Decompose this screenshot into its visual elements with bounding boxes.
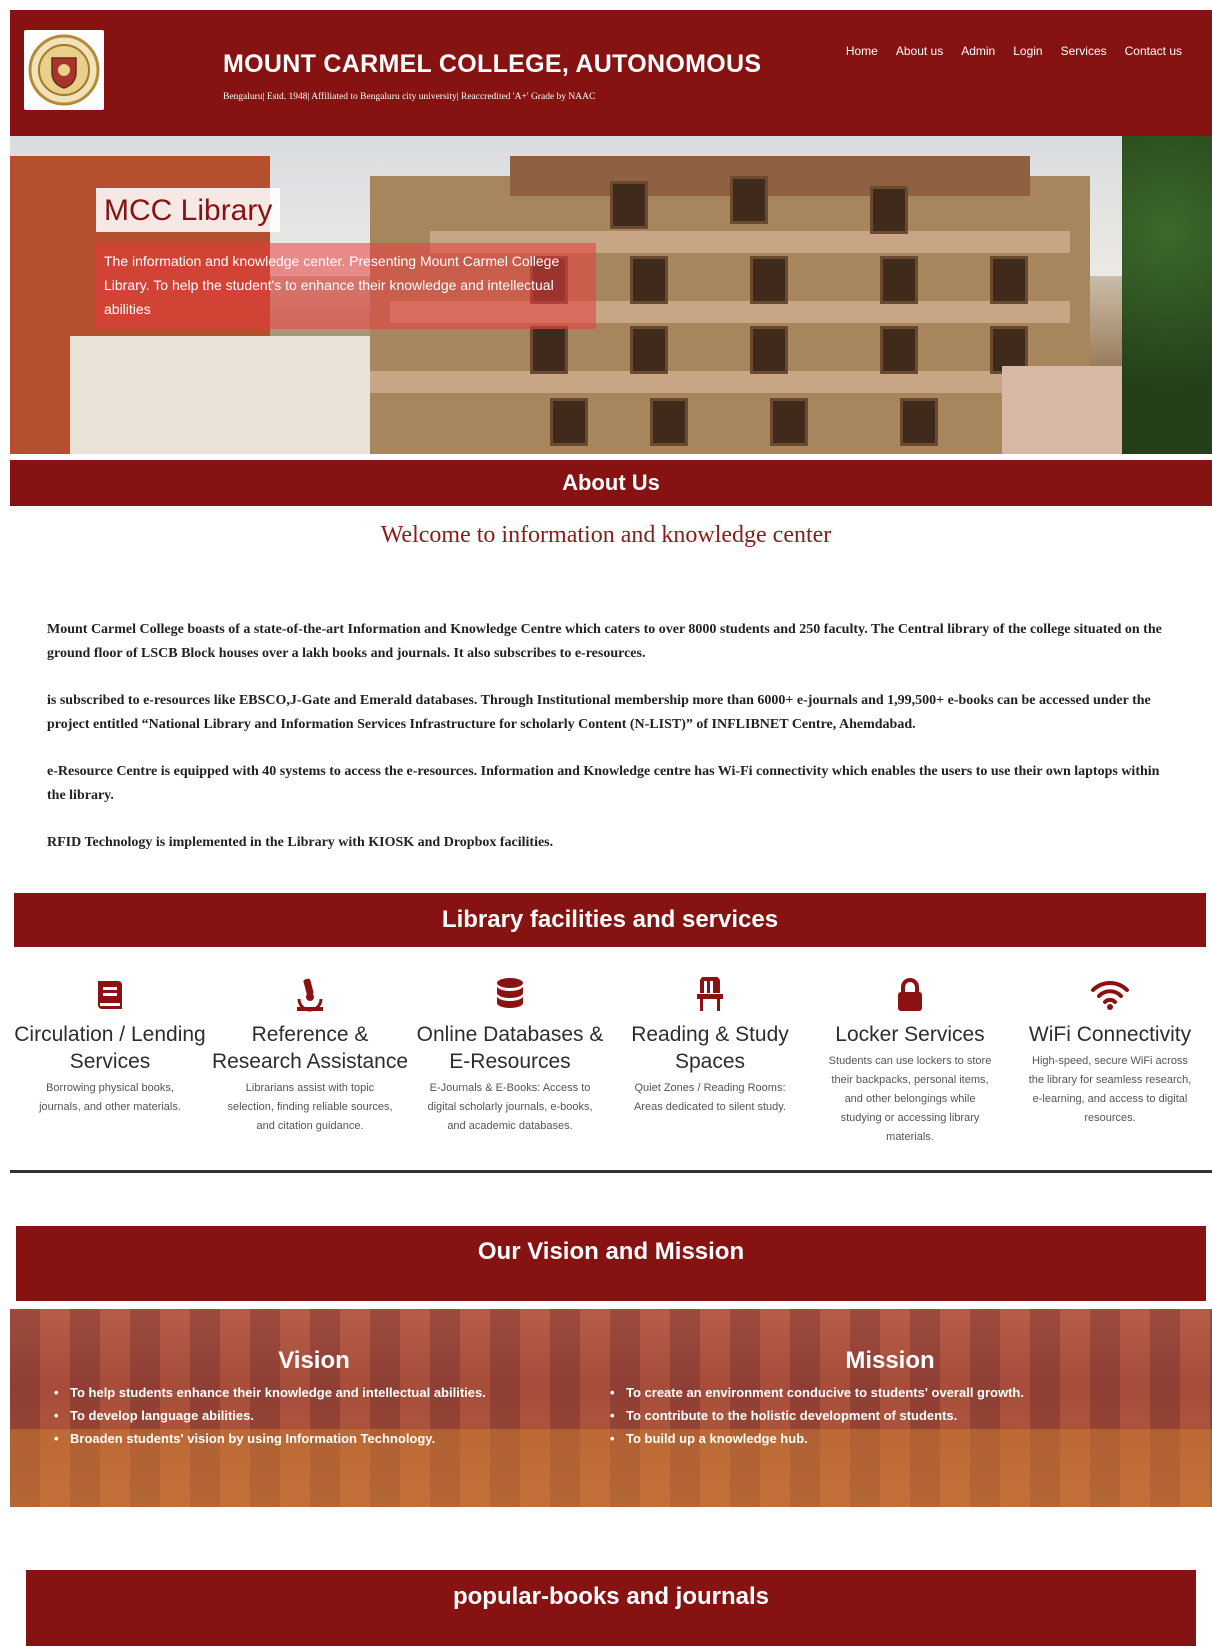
facility-title: Online Databases & E-Resources bbox=[416, 1023, 604, 1073]
lock-icon bbox=[898, 978, 922, 1011]
hero-description: The information and knowledge center. Pr… bbox=[96, 243, 596, 329]
facility-title: Reference & Research Assistance bbox=[211, 1023, 409, 1073]
hero-window bbox=[550, 398, 588, 446]
college-logo[interactable] bbox=[24, 30, 104, 110]
facility-title: Reading & Study Spaces bbox=[631, 1023, 789, 1073]
nav-login[interactable]: Login bbox=[1013, 44, 1042, 58]
hero-window bbox=[870, 186, 908, 234]
about-paragraph: is subscribed to e-resources like EBSCO,… bbox=[47, 693, 1151, 732]
mission-title: Mission bbox=[845, 1347, 935, 1374]
hero-building-porch bbox=[70, 336, 370, 454]
nav-admin[interactable]: Admin bbox=[961, 44, 995, 58]
hero-window bbox=[750, 256, 788, 304]
facilities-heading: Library facilities and services bbox=[14, 893, 1206, 947]
popular-books-heading: popular-books and journals bbox=[26, 1570, 1196, 1646]
facility-desc: E-Journals & E-Books: Access to digital … bbox=[427, 1082, 593, 1132]
main-nav: Home About us Admin Login Services Conta… bbox=[846, 44, 1182, 58]
section-divider bbox=[10, 1170, 1212, 1173]
nav-services[interactable]: Services bbox=[1061, 44, 1107, 58]
hero-title: MCC Library bbox=[96, 188, 281, 232]
hero-window bbox=[900, 398, 938, 446]
vision-mission-panel: Vision To help students enhance their kn… bbox=[10, 1309, 1212, 1507]
facility-card[interactable]: Reading & Study Spaces Quiet Zones / Rea… bbox=[610, 975, 810, 1170]
facility-desc: Quiet Zones / Reading Rooms: Areas dedic… bbox=[633, 1082, 787, 1113]
nav-about-us[interactable]: About us bbox=[896, 44, 943, 58]
facility-title: WiFi Connectivity bbox=[1028, 1023, 1192, 1046]
facility-card[interactable]: WiFi Connectivity High-speed, secure WiF… bbox=[1010, 975, 1210, 1170]
facility-desc: Borrowing physical books, journals, and … bbox=[39, 1082, 181, 1113]
about-text: Mount Carmel College boasts of a state-o… bbox=[47, 618, 1167, 878]
facilities-list: Circulation / Lending Services Borrowing… bbox=[10, 975, 1212, 1170]
hero-building-roof bbox=[510, 156, 1030, 196]
facility-desc: Librarians assist with topic selection, … bbox=[227, 1082, 393, 1132]
vision-column: Vision To help students enhance their kn… bbox=[54, 1347, 574, 1450]
about-paragraph: RFID Technology is implemented in the Li… bbox=[47, 835, 554, 850]
about-paragraph: Mount Carmel College boasts of a state-o… bbox=[47, 622, 1162, 661]
college-name: MOUNT CARMEL COLLEGE, AUTONOMOUS bbox=[223, 50, 762, 78]
microscope-icon bbox=[297, 978, 323, 1012]
facility-desc: High-speed, secure WiFi across the libra… bbox=[1028, 1055, 1192, 1124]
facility-title: Locker Services bbox=[835, 1023, 985, 1046]
vision-item: To help students enhance their knowledge… bbox=[54, 1381, 574, 1404]
nav-contact-us[interactable]: Contact us bbox=[1125, 44, 1182, 58]
hero-tree bbox=[1122, 136, 1212, 454]
welcome-text: Welcome to information and knowledge cen… bbox=[380, 522, 832, 548]
book-icon bbox=[98, 981, 122, 1009]
hero-window bbox=[630, 256, 668, 304]
mission-column: Mission To create an environment conduci… bbox=[610, 1347, 1170, 1450]
mission-list: To create an environment conducive to st… bbox=[610, 1381, 1170, 1450]
college-crest-icon bbox=[28, 34, 100, 106]
about-paragraph: e-Resource Centre is equipped with 40 sy… bbox=[47, 764, 1160, 803]
vision-item: To develop language abilities. bbox=[54, 1404, 574, 1427]
hero-window bbox=[650, 398, 688, 446]
chair-icon bbox=[697, 977, 723, 1011]
hero-window bbox=[630, 326, 668, 374]
facility-card[interactable]: Locker Services Students can use lockers… bbox=[810, 975, 1010, 1170]
college-subtitle: Bengaluru| Estd. 1948| Affiliated to Ben… bbox=[223, 92, 596, 102]
about-us-heading: About Us bbox=[10, 460, 1212, 506]
vision-item: Broaden students' vision by using Inform… bbox=[54, 1427, 574, 1450]
mission-item: To contribute to the holistic developmen… bbox=[610, 1404, 1170, 1427]
hero-window bbox=[530, 326, 568, 374]
nav-home[interactable]: Home bbox=[846, 44, 878, 58]
site-header: MOUNT CARMEL COLLEGE, AUTONOMOUS Bengalu… bbox=[10, 10, 1212, 136]
hero-building-ledge bbox=[370, 371, 1070, 393]
database-icon bbox=[497, 978, 523, 1008]
hero-window bbox=[770, 398, 808, 446]
facility-card[interactable]: Circulation / Lending Services Borrowing… bbox=[10, 975, 210, 1170]
hero-window bbox=[880, 326, 918, 374]
hero-window bbox=[610, 181, 648, 229]
wifi-icon bbox=[1091, 980, 1129, 1010]
vision-mission-heading: Our Vision and Mission bbox=[16, 1226, 1206, 1301]
mission-item: To build up a knowledge hub. bbox=[610, 1427, 1170, 1450]
facility-card[interactable]: Online Databases & E-Resources E-Journal… bbox=[410, 975, 610, 1170]
facility-desc: Students can use lockers to store their … bbox=[828, 1055, 992, 1143]
hero-window bbox=[880, 256, 918, 304]
facility-card[interactable]: Reference & Research Assistance Libraria… bbox=[210, 975, 410, 1170]
vision-list: To help students enhance their knowledge… bbox=[54, 1381, 574, 1450]
hero-window bbox=[730, 176, 768, 224]
hero-window bbox=[750, 326, 788, 374]
vision-title: Vision bbox=[278, 1347, 350, 1374]
facility-title: Circulation / Lending Services bbox=[14, 1023, 206, 1073]
hero-window bbox=[990, 256, 1028, 304]
mission-item: To create an environment conducive to st… bbox=[610, 1381, 1170, 1404]
